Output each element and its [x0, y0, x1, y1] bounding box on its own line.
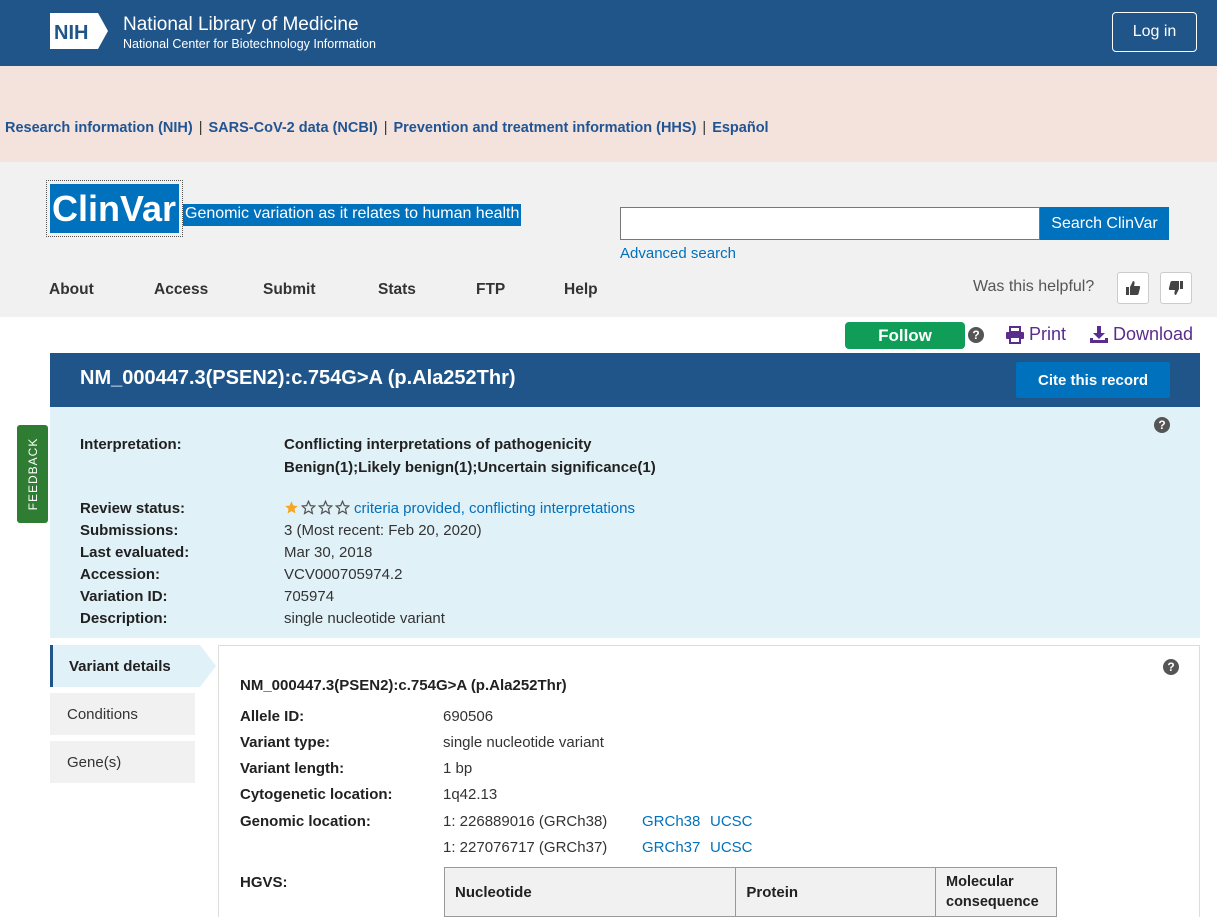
submissions-label: Submissions: [80, 522, 179, 539]
variation-id-label: Variation ID: [80, 588, 168, 605]
submissions-value: 3 (Most recent: Feb 20, 2020) [284, 522, 482, 539]
nih-header: NIH National Library of Medicine Nationa… [0, 0, 1217, 66]
variant-type-label: Variant type: [240, 734, 331, 751]
ucsc-link-38[interactable]: UCSC [710, 813, 753, 830]
feedback-tab[interactable]: FEEDBACK [17, 425, 48, 523]
printer-icon [1006, 325, 1024, 344]
link-espanol[interactable]: Español [712, 120, 768, 136]
genomic-location-row-37: 1: 227076717 (GRCh37) GRCh37 UCSC [240, 839, 840, 859]
interpretation-value: Conflicting interpretations of pathogeni… [284, 436, 592, 453]
review-status-link[interactable]: criteria provided, conflicting interpret… [354, 500, 635, 517]
genomic-location-grch37: 1: 227076717 (GRCh37) [443, 839, 608, 856]
variation-id-value: 705974 [284, 588, 335, 605]
hgvs-col-protein[interactable]: Protein [735, 867, 937, 917]
thumbs-up-button[interactable] [1117, 272, 1149, 304]
advanced-search-link[interactable]: Advanced search [620, 245, 736, 262]
hgvs-col-nucleotide[interactable]: Nucleotide [443, 867, 737, 917]
variant-length-label: Variant length: [240, 760, 345, 777]
variant-length-value: 1 bp [443, 760, 473, 777]
review-status-label: Review status: [80, 500, 186, 517]
hgvs-table: Nucleotide Protein Molecular consequence [443, 867, 1057, 917]
follow-button[interactable]: Follow [845, 322, 965, 349]
grch38-link[interactable]: GRCh38 [642, 813, 700, 830]
search-button[interactable]: Search ClinVar [1040, 207, 1169, 240]
record-title: NM_000447.3(PSEN2):c.754G>A (p.Ala252Thr… [80, 367, 516, 389]
genomic-location-grch38: 1: 226889016 (GRCh38) [443, 813, 608, 830]
covid-banner: Research information (NIH) | SARS-CoV-2 da… [0, 66, 1217, 162]
last-evaluated-label: Last evaluated: [80, 544, 190, 561]
star-filled-icon [285, 501, 298, 514]
genomic-location-row-38: Genomic location: 1: 226889016 (GRCh38) … [240, 813, 840, 833]
tab-genes[interactable]: Gene(s) [50, 741, 195, 783]
separator: | [198, 120, 203, 136]
nav-ftp[interactable]: FTP [476, 281, 505, 299]
details-title: NM_000447.3(PSEN2):c.754G>A (p.Ala252Thr… [240, 677, 567, 694]
feedback-label: FEEDBACK [25, 437, 40, 511]
separator: | [383, 120, 388, 136]
helpful-prompt: Was this helpful? [973, 278, 1095, 295]
nav-about[interactable]: About [49, 281, 94, 299]
nih-title[interactable]: National Library of Medicine [123, 14, 359, 36]
nih-logo[interactable]: NIH [50, 13, 108, 49]
genomic-location-label: Genomic location: [240, 813, 371, 830]
interpretation-detail: Benign(1);Likely benign(1);Uncertain sig… [284, 459, 656, 476]
download-icon [1090, 325, 1108, 343]
thumbs-up-icon [1126, 281, 1141, 295]
hgvs-col-molecular-consequence[interactable]: Molecular consequence [935, 867, 1057, 917]
summary-help-icon[interactable]: ? [1154, 417, 1170, 433]
summary-panel: ? Interpretation: Conflicting interpreta… [50, 407, 1200, 638]
print-label: Print [1029, 324, 1067, 344]
variant-details-panel: ? NM_000447.3(PSEN2):c.754G>A (p.Ala252T… [218, 645, 1200, 917]
record-title-bar: NM_000447.3(PSEN2):c.754G>A (p.Ala252Thr… [50, 353, 1200, 407]
star-empty-icon [335, 500, 350, 515]
hgvs-label: HGVS: [240, 874, 288, 891]
nav-submit[interactable]: Submit [263, 281, 316, 299]
separator: | [702, 120, 707, 136]
clinvar-logo: ClinVar [50, 184, 179, 233]
clinvar-logo-link[interactable]: ClinVar [46, 180, 183, 237]
nih-subtitle[interactable]: National Center for Biotechnology Inform… [123, 37, 376, 51]
last-evaluated-value: Mar 30, 2018 [284, 544, 373, 561]
clinvar-header: ClinVar Genomic variation as it relates … [0, 162, 1217, 317]
cite-record-button[interactable]: Cite this record [1016, 362, 1170, 398]
accession-value: VCV000705974.2 [284, 566, 403, 583]
interpretation-label: Interpretation: [80, 436, 182, 453]
cytogenetic-label: Cytogenetic location: [240, 786, 393, 803]
review-stars [284, 500, 350, 515]
description-value: single nucleotide variant [284, 610, 445, 627]
link-sars-cov-2-data[interactable]: SARS-CoV-2 data (NCBI) [209, 120, 378, 136]
details-help-icon[interactable]: ? [1163, 659, 1179, 675]
grch37-link[interactable]: GRCh37 [642, 839, 700, 856]
variant-type-value: single nucleotide variant [443, 734, 604, 751]
ucsc-link-37[interactable]: UCSC [710, 839, 753, 856]
nih-logo-text: NIH [54, 22, 88, 44]
tab-variant-details[interactable]: Variant details [50, 645, 200, 687]
thumbs-down-icon [1168, 281, 1183, 295]
login-button[interactable]: Log in [1112, 12, 1197, 52]
download-button[interactable]: Download [1089, 324, 1193, 345]
nav-stats[interactable]: Stats [378, 281, 416, 299]
link-research-information[interactable]: Research information (NIH) [5, 120, 193, 136]
print-button[interactable]: Print [1005, 324, 1066, 345]
download-label: Download [1113, 324, 1194, 344]
tab-conditions[interactable]: Conditions [50, 693, 195, 735]
covid-links: Research information (NIH) | SARS-CoV-2 da… [5, 120, 769, 136]
allele-id-value: 690506 [443, 708, 494, 725]
thumbs-down-button[interactable] [1160, 272, 1192, 304]
hgvs-header-row: Nucleotide Protein Molecular consequence [443, 867, 1057, 917]
allele-id-label: Allele ID: [240, 708, 305, 725]
cytogenetic-value: 1q42.13 [443, 786, 498, 803]
clinvar-tagline: Genomic variation as it relates to human… [183, 204, 522, 226]
star-empty-icon [301, 500, 316, 515]
star-empty-icon [318, 500, 333, 515]
follow-help-icon[interactable]: ? [968, 327, 984, 343]
nav-help[interactable]: Help [564, 281, 598, 299]
active-tab-arrow [200, 645, 216, 687]
accession-label: Accession: [80, 566, 161, 583]
nav-access[interactable]: Access [154, 281, 208, 299]
description-label: Description: [80, 610, 168, 627]
link-prevention-treatment[interactable]: Prevention and treatment information (HH… [393, 120, 696, 136]
review-status-value: criteria provided, conflicting interpret… [284, 500, 635, 517]
search-input[interactable] [620, 207, 1040, 240]
